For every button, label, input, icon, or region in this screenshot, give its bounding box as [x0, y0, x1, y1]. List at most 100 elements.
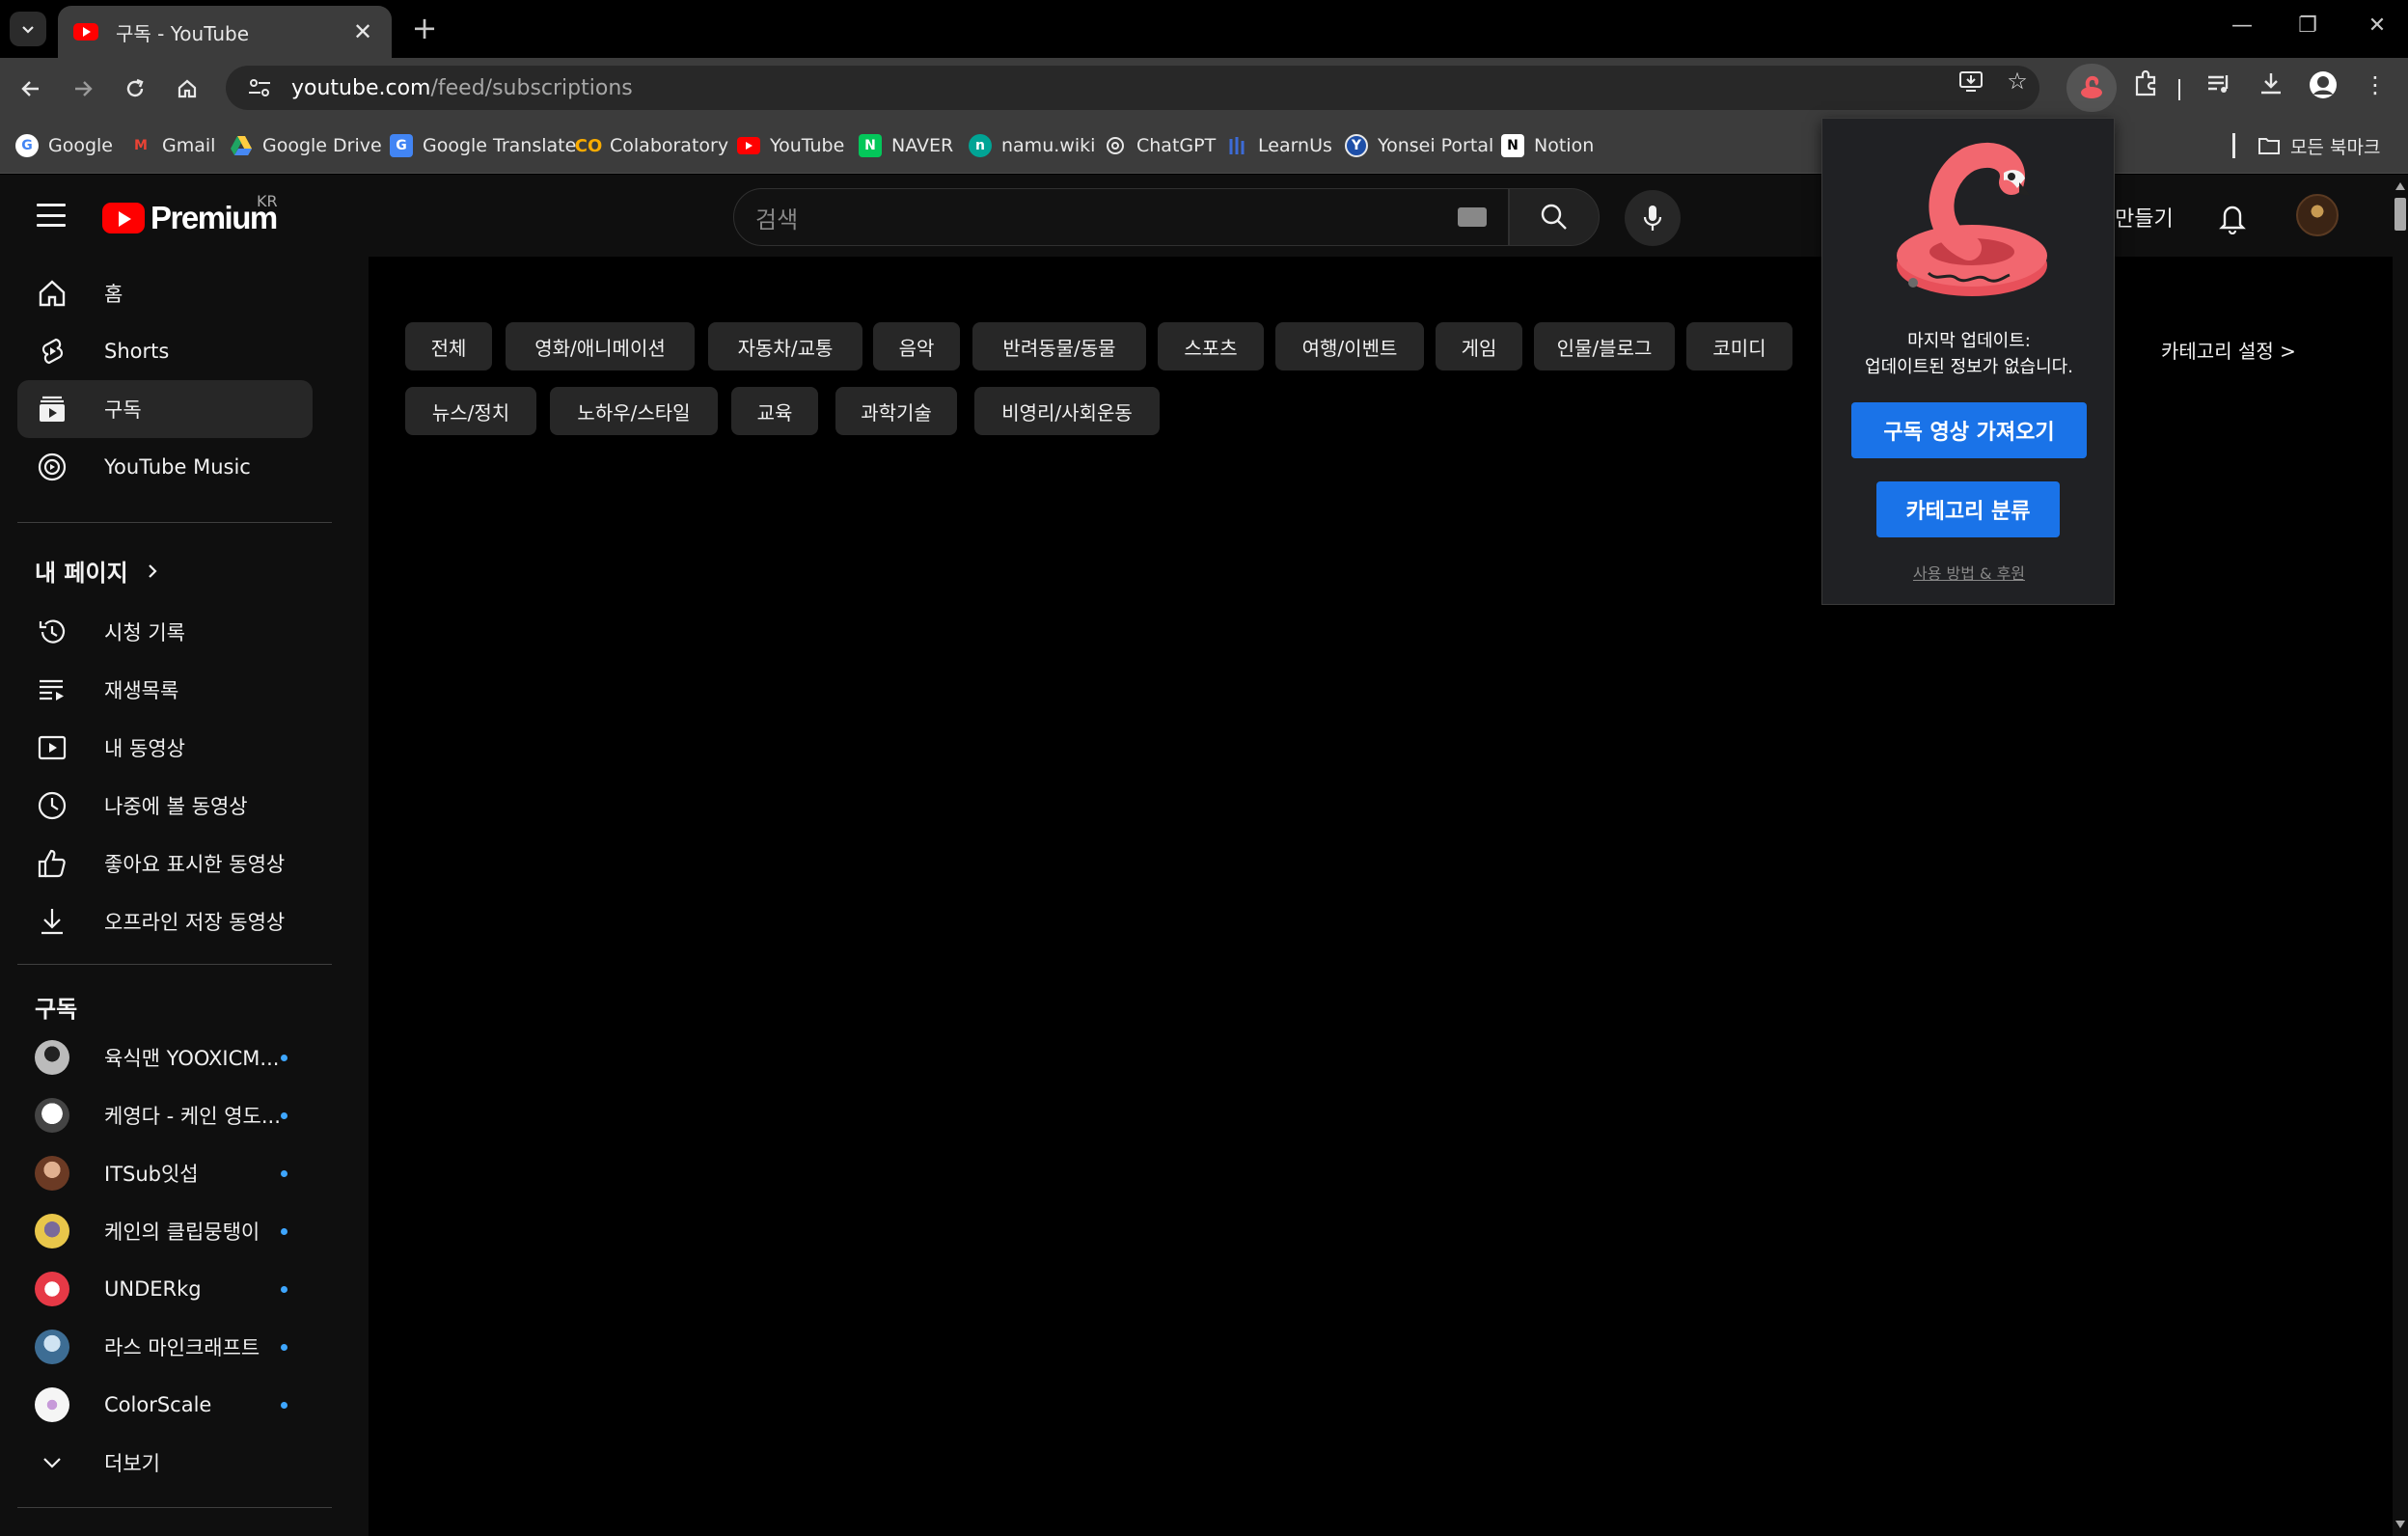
notifications-bell-icon[interactable]	[2215, 200, 2250, 235]
new-tab-button[interactable]: +	[407, 12, 442, 46]
scrollbar-thumb[interactable]	[2394, 198, 2406, 231]
all-bookmarks-folder[interactable]: 모든 북마크	[2258, 131, 2380, 160]
search-button[interactable]	[1509, 188, 1600, 246]
category-chip[interactable]: 여행/이벤트	[1275, 322, 1424, 370]
sidebar-item-youtube-music[interactable]: YouTube Music	[17, 438, 313, 496]
search-input[interactable]: 검색	[733, 188, 1509, 246]
forward-icon[interactable]	[66, 71, 100, 106]
category-chip[interactable]: 음악	[873, 322, 960, 370]
category-chip[interactable]: 뉴스/정치	[405, 387, 536, 435]
google-translate-icon: G	[390, 134, 413, 157]
sidebar-item-my-videos[interactable]: 내 동영상	[17, 719, 313, 777]
youtube-premium-logo[interactable]: Premium KR	[102, 192, 278, 236]
bookmark-chatgpt[interactable]: ChatGPT	[1104, 131, 1216, 160]
close-tab-icon[interactable]: ✕	[349, 18, 376, 45]
install-app-icon[interactable]	[1956, 68, 1985, 96]
category-chip[interactable]: 자동차/교통	[708, 322, 862, 370]
subscription-channel[interactable]: UNDERkg	[17, 1260, 313, 1318]
category-chip[interactable]: 영화/애니메이션	[506, 322, 695, 370]
sidebar-item-liked-videos[interactable]: 좋아요 표시한 동영상	[17, 835, 313, 892]
create-button[interactable]: 만들기	[2115, 202, 2174, 233]
category-chip[interactable]: 스포츠	[1158, 322, 1264, 370]
page-scrollbar[interactable]	[2393, 175, 2408, 1536]
address-bar[interactable]: youtube.com/feed/subscriptions	[226, 66, 2039, 110]
active-tab[interactable]: 구독 - YouTube ✕	[58, 6, 392, 58]
home-icon	[35, 276, 69, 311]
close-window-icon[interactable]: ✕	[2358, 14, 2396, 38]
profile-avatar-icon[interactable]	[2308, 69, 2339, 100]
subscription-channel[interactable]: 라스 마인크래프트	[17, 1318, 313, 1376]
chevron-right-icon	[148, 563, 157, 578]
bookmark-label: Colaboratory	[610, 135, 729, 156]
notion-icon: N	[1501, 134, 1524, 157]
category-chip[interactable]: 인물/블로그	[1534, 322, 1675, 370]
scroll-up-icon[interactable]	[2395, 182, 2405, 190]
restore-icon[interactable]: ❐	[2288, 14, 2327, 38]
downloads-icon[interactable]	[2256, 69, 2286, 100]
flamingo-extension-button[interactable]	[2066, 64, 2117, 112]
sidebar-item-shorts[interactable]: Shorts	[17, 322, 313, 380]
subscription-channel[interactable]: 육식맨 YOOXICM...	[17, 1029, 313, 1086]
extensions-icon[interactable]	[2130, 69, 2161, 100]
more-menu-icon[interactable]: ⋮	[2360, 71, 2391, 102]
tab-title: 구독 - YouTube	[116, 21, 250, 45]
bookmark-colaboratory[interactable]: CO Colaboratory	[575, 131, 729, 160]
bookmark-star-icon[interactable]: ☆	[2003, 68, 2032, 96]
media-control-icon[interactable]	[2203, 69, 2234, 100]
reload-icon[interactable]	[118, 71, 152, 106]
subscription-channel[interactable]: ITSub잇섭	[17, 1144, 313, 1202]
minimize-icon[interactable]: —	[2223, 14, 2261, 38]
my-page-heading[interactable]: 내 페이지	[35, 554, 159, 588]
home-icon[interactable]	[170, 71, 205, 106]
subscription-channel[interactable]: ColorScale	[17, 1376, 313, 1434]
tab-strip: 구독 - YouTube ✕ + — ❐ ✕	[0, 0, 2408, 58]
bookmark-notion[interactable]: N Notion	[1501, 131, 1594, 160]
keyboard-icon[interactable]	[1458, 207, 1487, 227]
bookmark-google-translate[interactable]: G Google Translate	[390, 131, 576, 160]
category-chip[interactable]: 게임	[1436, 322, 1522, 370]
bookmark-label: LearnUs	[1258, 135, 1332, 156]
voice-search-button[interactable]	[1625, 190, 1681, 246]
sidebar-item-home[interactable]: 홈	[17, 264, 313, 322]
back-icon[interactable]	[14, 71, 48, 106]
channel-avatar	[35, 1387, 69, 1422]
subscription-channel[interactable]: 케인의 클립뭉탱이	[17, 1202, 313, 1260]
category-chip[interactable]: 코미디	[1686, 322, 1792, 370]
tab-search-button[interactable]	[10, 12, 46, 46]
scroll-down-icon[interactable]	[2395, 1521, 2405, 1528]
category-chip[interactable]: 전체	[405, 322, 492, 370]
sidebar-item-history[interactable]: 시청 기록	[17, 603, 313, 661]
category-chip[interactable]: 교육	[731, 387, 818, 435]
subscription-channel[interactable]: 케영다 - 케인 영도...	[17, 1086, 313, 1144]
bookmark-namuwiki[interactable]: n namu.wiki	[969, 131, 1095, 160]
folder-icon	[2258, 134, 2281, 157]
show-more-label: 더보기	[104, 1452, 160, 1475]
bookmark-youtube[interactable]: YouTube	[737, 131, 844, 160]
help-and-donate-link[interactable]: 사용 방법 & 후원	[1822, 561, 2116, 584]
guide-menu-icon[interactable]	[37, 204, 66, 227]
account-avatar[interactable]	[2296, 194, 2339, 236]
bookmark-learnus[interactable]: LearnUs	[1225, 131, 1332, 160]
bookmark-google[interactable]: G Google	[15, 131, 113, 160]
sidebar-item-watch-later[interactable]: 나중에 볼 동영상	[17, 777, 313, 835]
bookmark-yonsei-portal[interactable]: Y Yonsei Portal	[1345, 131, 1493, 160]
category-chip[interactable]: 노하우/스타일	[550, 387, 718, 435]
channel-name: 라스 마인크래프트	[104, 1336, 260, 1359]
channel-name: 케인의 클립뭉탱이	[104, 1221, 260, 1244]
category-settings-link[interactable]: 카테고리 설정 >	[2161, 336, 2296, 364]
sidebar-item-playlists[interactable]: 재생목록	[17, 661, 313, 719]
show-more-button[interactable]: 더보기	[17, 1434, 313, 1492]
sidebar-item-downloads[interactable]: 오프라인 저장 동영상	[17, 892, 313, 950]
bookmark-label: Gmail	[162, 135, 216, 156]
category-chip[interactable]: 반려동물/동물	[972, 322, 1146, 370]
site-info-icon[interactable]	[247, 77, 272, 98]
category-chip[interactable]: 과학기술	[835, 387, 957, 435]
sidebar-item-subscriptions[interactable]: 구독	[17, 380, 313, 438]
bookmark-gmail[interactable]: M Gmail	[129, 131, 215, 160]
sidebar-item-label: 재생목록	[104, 679, 179, 702]
bookmark-naver[interactable]: N NAVER	[859, 131, 953, 160]
category-chip[interactable]: 비영리/사회운동	[974, 387, 1160, 435]
bookmark-google-drive[interactable]: Google Drive	[230, 131, 382, 160]
classify-categories-button[interactable]: 카테고리 분류	[1876, 481, 2060, 537]
fetch-subscriptions-button[interactable]: 구독 영상 가져오기	[1851, 402, 2087, 458]
